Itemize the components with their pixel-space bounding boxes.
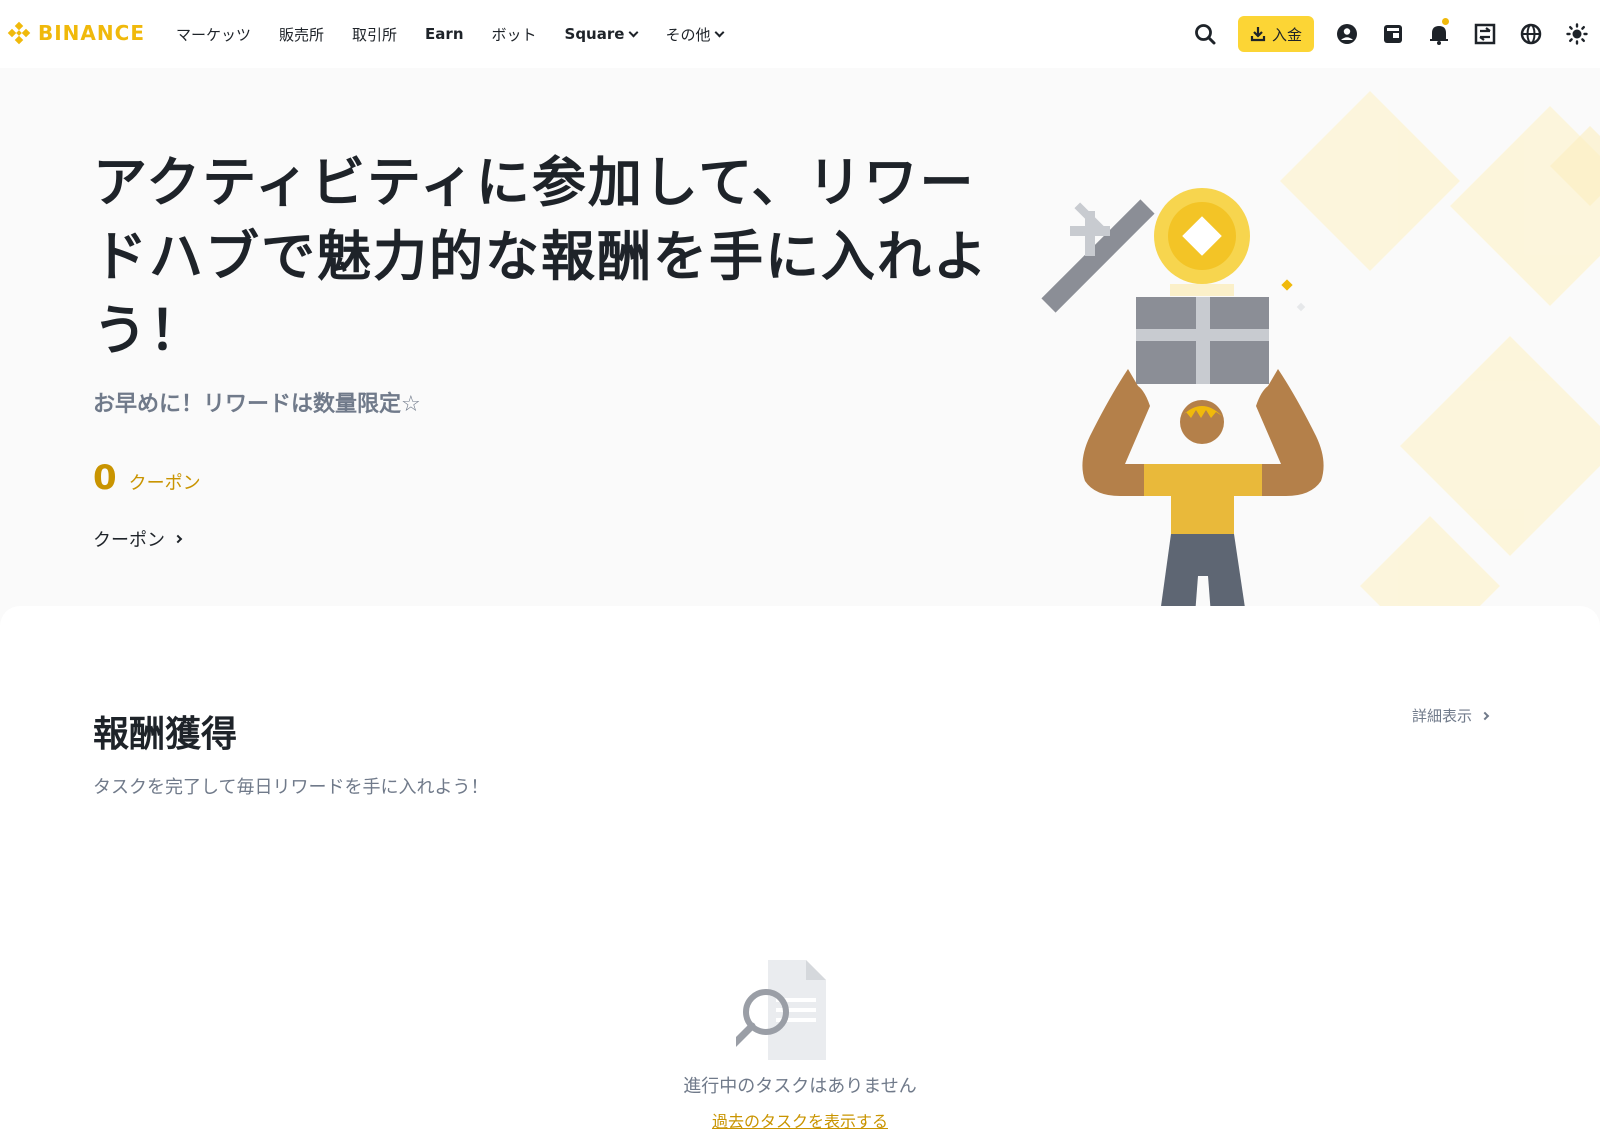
view-details-link[interactable]: 詳細表示 [1412,705,1490,726]
nav-earn-label: Earn [425,25,464,43]
main-nav: マーケッツ 販売所 取引所 Earn ボット Square その他 [176,0,751,68]
nav-buy-crypto-label: 販売所 [279,25,325,44]
empty-state-text: 進行中のタスクはありません [683,1076,917,1097]
transfer-icon[interactable] [1462,0,1508,68]
view-details-label: 詳細表示 [1412,707,1473,725]
empty-document-search-icon [736,960,826,1060]
coupon-count-unit: クーポン [128,473,201,494]
content-panel-top [0,606,1600,646]
nav-markets-label: マーケッツ [176,25,252,44]
hero-banner: アクティビティに参加して、リワードハブで魅力的な報酬を手に入れよう！ お早めに！… [0,68,1600,628]
hero-illustration [1041,91,1600,628]
deposit-button[interactable]: 入金 [1237,16,1314,52]
past-tasks-link-row: 過去のタスクを表示する [0,1108,1600,1132]
hero-title: アクティビティに参加して、リワードハブで魅力的な報酬を手に入れよう！ [93,151,989,362]
header-actions: 入金 [1182,0,1600,68]
nav-more[interactable]: その他 [665,24,725,45]
globe-icon[interactable] [1508,0,1554,68]
chevron-right-icon [1480,711,1490,720]
nav-exchange[interactable]: 取引所 [352,24,397,45]
bell-icon[interactable] [1416,0,1462,68]
coupon-link-label: クーポン [93,530,165,551]
coupon-link[interactable]: クーポン [93,526,183,552]
deposit-label: 入金 [1271,25,1302,44]
rewards-section-description: タスクを完了して毎日リワードを手に入れよう！ [93,777,489,798]
hero-subtitle: お早めに！リワードは数量限定☆ [93,392,421,417]
past-tasks-link[interactable]: 過去のタスクを表示する [712,1112,888,1131]
chevron-right-icon [173,534,183,544]
coupon-count-value: 0 [93,458,117,498]
binance-logo-icon [7,21,31,45]
nav-bot-label: ボット [491,25,537,44]
notification-dot [1442,18,1449,25]
binance-logo[interactable]: BINANCE [6,20,145,46]
theme-icon[interactable] [1554,0,1600,68]
nav-exchange-label: 取引所 [352,25,398,44]
nav-square[interactable]: Square [564,25,639,43]
wallet-icon[interactable] [1370,0,1416,68]
nav-more-label: その他 [665,25,711,44]
download-icon [1250,27,1266,42]
search-icon[interactable] [1182,0,1228,68]
rewards-section-title: 報酬獲得 [93,714,238,755]
top-nav-bar: BINANCE マーケッツ 販売所 取引所 Earn ボット Square その… [0,0,1600,68]
nav-square-label: Square [564,25,625,43]
user-icon[interactable] [1324,0,1370,68]
nav-buy-crypto[interactable]: 販売所 [279,24,324,45]
coupon-count: 0 クーポン [93,458,201,498]
logo-text: BINANCE [38,21,145,45]
nav-bot[interactable]: ボット [492,24,537,45]
chevron-down-icon [715,27,725,37]
nav-earn[interactable]: Earn [425,25,463,43]
nav-markets[interactable]: マーケッツ [176,24,251,45]
chevron-down-icon [628,27,639,37]
